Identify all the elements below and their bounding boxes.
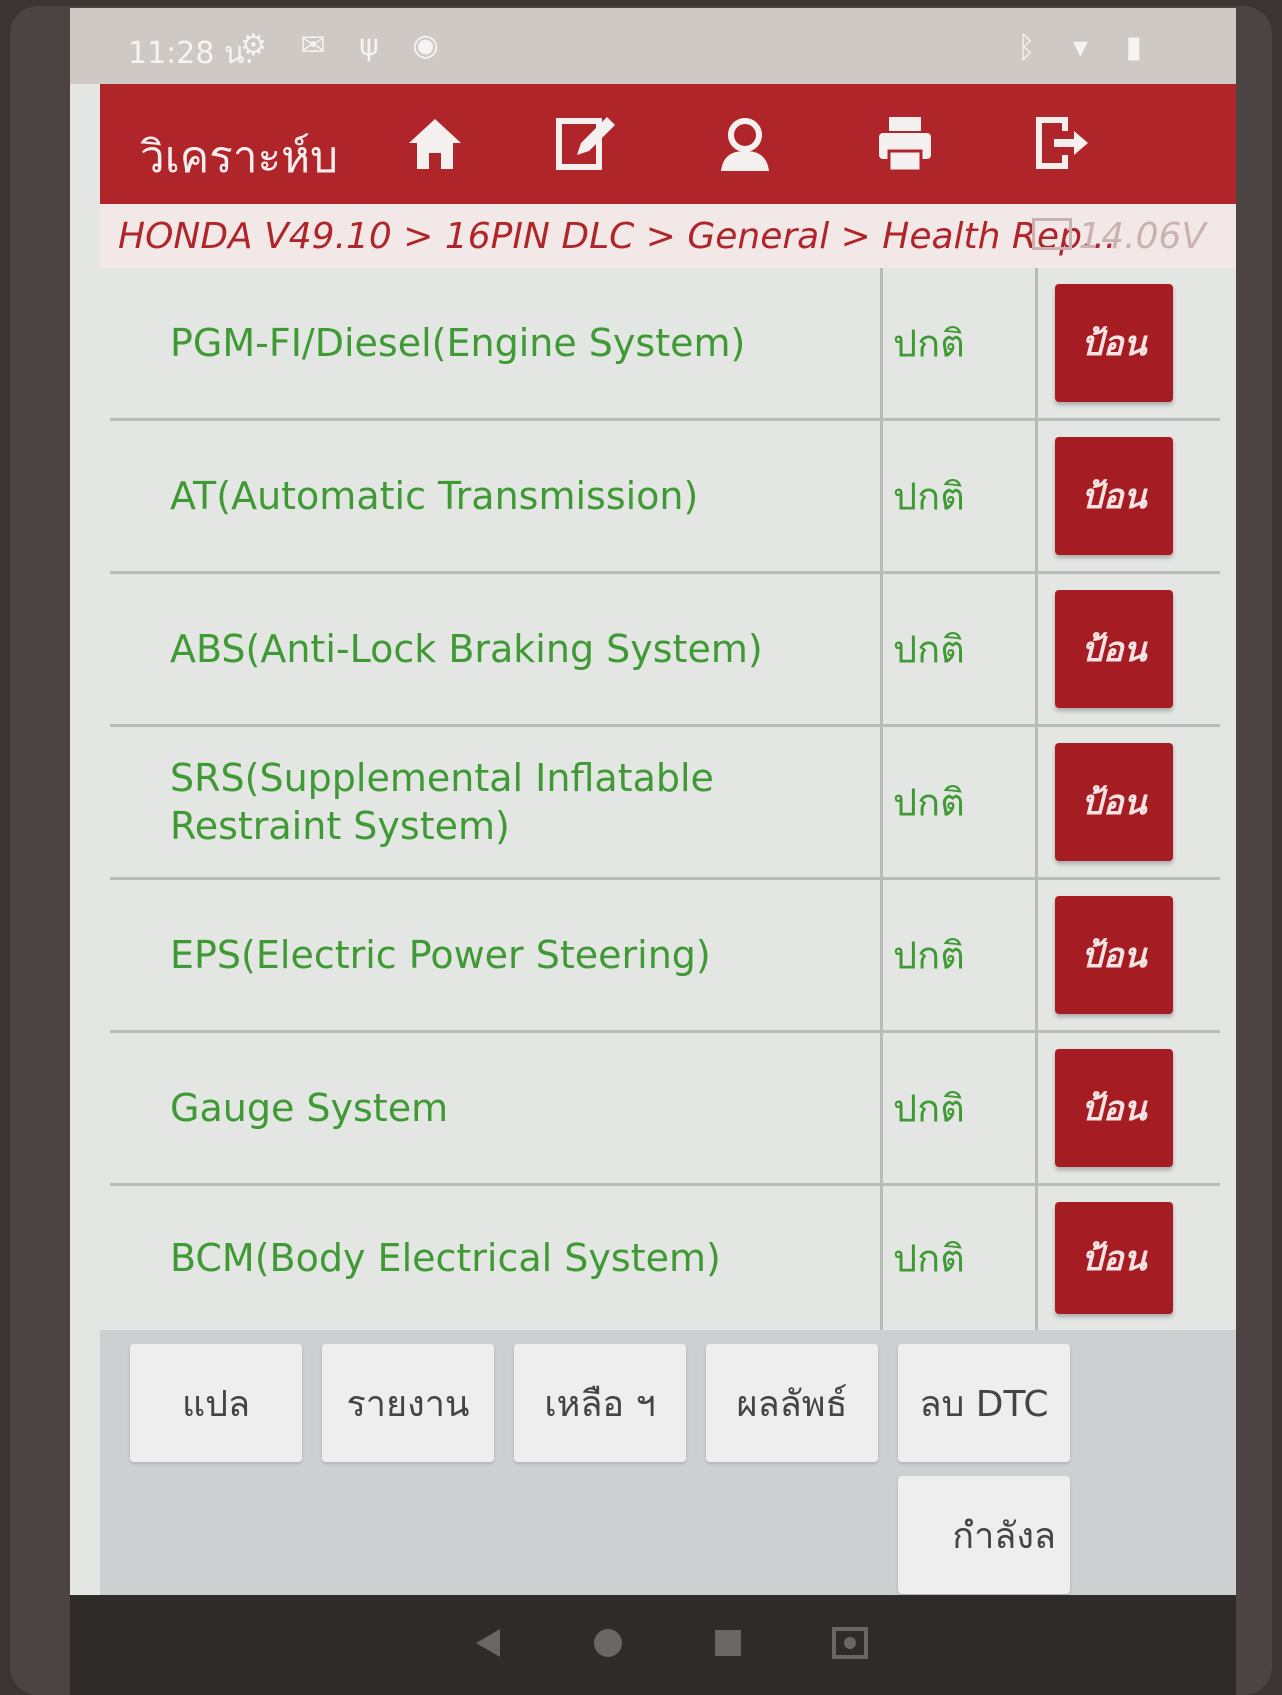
breadcrumb: HONDA V49.10 > 16PIN DLC > General > Hea… <box>100 204 1236 268</box>
table-row: Gauge System ปกติ ป้อน <box>110 1033 1220 1186</box>
report-button[interactable]: รายงาน <box>322 1344 494 1462</box>
enter-button[interactable]: ป้อน <box>1055 590 1173 708</box>
battery-icon: ▮ <box>1125 30 1156 65</box>
recents-icon[interactable] <box>710 1625 746 1661</box>
home-button[interactable] <box>390 98 480 188</box>
enter-button[interactable]: ป้อน <box>1055 896 1173 1014</box>
table-row: EPS(Electric Power Steering) ปกติ ป้อน <box>110 880 1220 1033</box>
system-status: ปกติ <box>893 780 965 825</box>
table-row: AT(Automatic Transmission) ปกติ ป้อน <box>110 421 1220 574</box>
app-bar: วิเคราะห์บ <box>100 84 1236 204</box>
enter-button[interactable]: ป้อน <box>1055 743 1173 861</box>
system-name: EPS(Electric Power Steering) <box>170 933 711 977</box>
support-icon <box>721 118 769 171</box>
system-name: BCM(Body Electrical System) <box>170 1236 721 1280</box>
system-name-cell: PGM-FI/Diesel(Engine System) <box>110 268 883 418</box>
breadcrumb-path: HONDA V49.10 > 16PIN DLC > General > Hea… <box>118 216 1117 257</box>
enter-button[interactable]: ป้อน <box>1055 1049 1173 1167</box>
system-name: ABS(Anti-Lock Braking System) <box>170 627 763 671</box>
system-status: ปกติ <box>893 627 965 672</box>
notification-icons: ⚙ ✉ ψ ◉ <box>240 28 451 63</box>
system-name-cell: EPS(Electric Power Steering) <box>110 880 883 1030</box>
system-status-cell: ปกติ <box>883 1033 1038 1183</box>
device-screen: 11:28 น. ⚙ ✉ ψ ◉ ᛒ ▾ ▮ วิเคราะห์บ HONDA … <box>70 8 1236 1695</box>
table-row: SRS(Supplemental Inflatable Restraint Sy… <box>110 727 1220 880</box>
edit-button[interactable] <box>540 98 630 188</box>
system-status-cell: ปกติ <box>883 268 1038 418</box>
exit-button[interactable] <box>1015 98 1105 188</box>
print-button[interactable] <box>860 98 950 188</box>
system-name-cell: SRS(Supplemental Inflatable Restraint Sy… <box>110 727 883 877</box>
screenshot-icon[interactable] <box>830 1625 870 1661</box>
system-name: Gauge System <box>170 1086 449 1130</box>
system-name: SRS(Supplemental Inflatable Restraint Sy… <box>170 756 714 848</box>
table-row: ABS(Anti-Lock Braking System) ปกติ ป้อน <box>110 574 1220 727</box>
print-icon <box>879 117 931 173</box>
mail-icon: ✉ <box>300 28 338 63</box>
enter-button[interactable]: ป้อน <box>1055 1202 1173 1314</box>
chrome-icon: ◉ <box>412 28 451 63</box>
system-list: PGM-FI/Diesel(Engine System) ปกติ ป้อน A… <box>110 268 1236 1330</box>
system-status: ปกติ <box>893 933 965 978</box>
enter-button[interactable]: ป้อน <box>1055 437 1173 555</box>
android-nav-bar <box>70 1595 1236 1695</box>
home-icon <box>409 119 461 169</box>
voltage-readout: 14.06V <box>1032 216 1206 257</box>
car-battery-icon <box>1032 218 1073 250</box>
system-name: AT(Automatic Transmission) <box>170 474 699 518</box>
home-nav-icon[interactable] <box>590 1625 626 1661</box>
usb-icon: ψ <box>359 28 391 63</box>
exit-icon <box>1036 117 1088 169</box>
status-time: 11:28 น. <box>128 36 255 71</box>
system-status: ปกติ <box>893 474 965 519</box>
system-name-cell: BCM(Body Electrical System) <box>110 1186 883 1330</box>
system-name-cell: ABS(Anti-Lock Braking System) <box>110 574 883 724</box>
system-status-cell: ปกติ <box>883 880 1038 1030</box>
results-button[interactable]: ผลลัพธ์ <box>706 1344 878 1462</box>
action-bar: แปล รายงาน เหลือ ฯ ผลลัพธ์ ลบ DTC กำลังล <box>100 1330 1236 1595</box>
system-name-cell: AT(Automatic Transmission) <box>110 421 883 571</box>
system-status: ปกติ <box>893 1236 965 1281</box>
system-status-cell: ปกติ <box>883 421 1038 571</box>
system-status-cell: ปกติ <box>883 727 1038 877</box>
system-status: ปกติ <box>893 1086 965 1131</box>
bluetooth-icon: ᛒ <box>1017 30 1050 65</box>
system-status: ปกติ <box>893 321 965 366</box>
system-name: PGM-FI/Diesel(Engine System) <box>170 321 746 365</box>
enter-button[interactable]: ป้อน <box>1055 284 1173 402</box>
table-row: PGM-FI/Diesel(Engine System) ปกติ ป้อน <box>110 268 1220 421</box>
status-bar: 11:28 น. ⚙ ✉ ψ ◉ ᛒ ▾ ▮ <box>70 8 1236 84</box>
system-status-cell: ปกติ <box>883 574 1038 724</box>
back-icon[interactable] <box>470 1625 506 1661</box>
more-button[interactable]: เหลือ ฯ <box>514 1344 686 1462</box>
system-status-cell: ปกติ <box>883 1186 1038 1330</box>
clear-dtc-button[interactable]: ลบ DTC <box>898 1344 1070 1462</box>
app-title: วิเคราะห์บ <box>140 132 339 183</box>
table-row: BCM(Body Electrical System) ปกติ ป้อน <box>110 1186 1220 1330</box>
loading-button[interactable]: กำลังล <box>898 1476 1070 1594</box>
wifi-icon: ▾ <box>1072 30 1102 65</box>
settings-icon: ⚙ <box>240 28 279 63</box>
support-button[interactable] <box>700 98 790 188</box>
voltage-value: 14.06V <box>1078 216 1206 257</box>
translate-button[interactable]: แปล <box>130 1344 302 1462</box>
system-icons: ᛒ ▾ ▮ <box>1017 30 1156 65</box>
system-name-cell: Gauge System <box>110 1033 883 1183</box>
edit-icon <box>556 117 615 170</box>
